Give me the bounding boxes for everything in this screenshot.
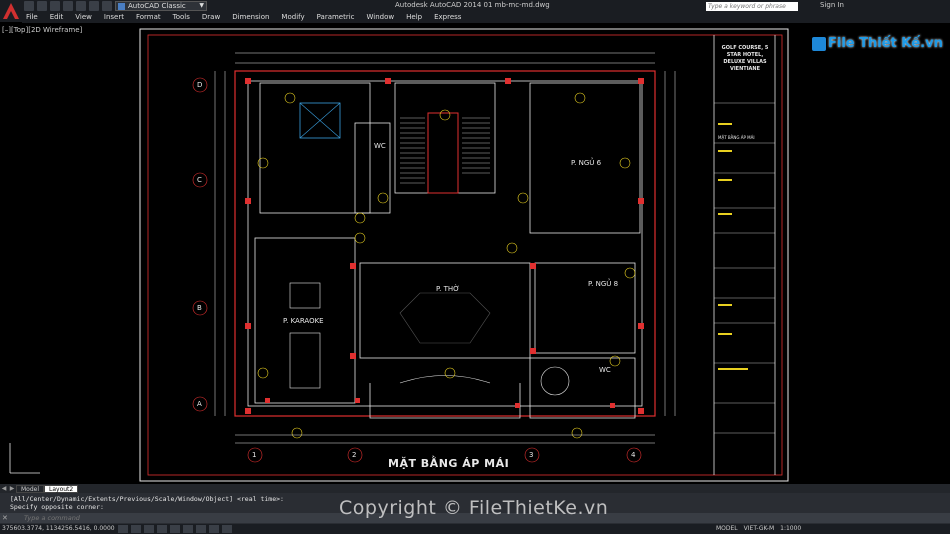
annotation-scale[interactable]: 1:1000 — [780, 525, 801, 532]
room-label-altar: P. THỜ — [436, 285, 460, 293]
room-label-bedroom-6: P. NGỦ 6 — [571, 159, 602, 167]
command-history: [All/Center/Dynamic/Extents/Previous/Sca… — [10, 495, 284, 511]
tab-layout2[interactable]: Layout2 — [44, 484, 79, 493]
open-file-icon[interactable] — [37, 1, 47, 11]
menu-draw[interactable]: Draw — [198, 12, 228, 23]
grid-label-a: A — [197, 400, 202, 408]
otrack-icon[interactable] — [183, 525, 193, 533]
tab-model[interactable]: Model — [16, 484, 45, 493]
stair-treads — [400, 117, 490, 184]
grid-label-1: 1 — [252, 451, 257, 459]
text-style-indicator[interactable]: VIET-GK-M — [744, 525, 774, 532]
filethietke-logo-icon — [812, 36, 826, 51]
menu-window[interactable]: Window — [363, 12, 403, 23]
cursor-coordinates: 375603.3774, 1134256.5416, 0.0000 — [2, 525, 115, 532]
tab-last-icon[interactable]: ▶ — [8, 485, 16, 493]
status-right: MODEL VIET-GK-M 1:1000 — [716, 525, 801, 532]
menu-format[interactable]: Format — [132, 12, 169, 23]
layout-tabs: ◀ ▶ Model Layout2 — [0, 484, 950, 493]
inner-wall — [247, 80, 643, 407]
room-label-wc-bottom: WC — [599, 366, 611, 374]
close-icon[interactable]: ✕ — [2, 514, 8, 522]
status-bar: 375603.3774, 1134256.5416, 0.0000 MODEL … — [0, 524, 950, 534]
sign-in-button[interactable]: Sign In — [820, 1, 844, 9]
room-wc-bottom — [529, 357, 636, 419]
menu-insert[interactable]: Insert — [100, 12, 132, 23]
grid-label-c: C — [197, 176, 202, 184]
new-file-icon[interactable] — [24, 1, 34, 11]
snap-icon[interactable] — [118, 525, 128, 533]
menu-modify[interactable]: Modify — [277, 12, 312, 23]
title-block-yellow-marks — [718, 123, 748, 370]
room-top-left — [259, 82, 371, 214]
polar-icon[interactable] — [157, 525, 167, 533]
stair-red — [427, 112, 459, 194]
grid-label-b: B — [197, 304, 202, 312]
workspace-label: AutoCAD Classic — [128, 2, 186, 10]
menu-dimension[interactable]: Dimension — [228, 12, 277, 23]
undo-icon[interactable] — [89, 1, 99, 11]
grid-icon[interactable] — [131, 525, 141, 533]
menu-edit[interactable]: Edit — [46, 12, 72, 23]
save-as-icon[interactable] — [63, 1, 73, 11]
menu-view[interactable]: View — [71, 12, 100, 23]
room-altar — [359, 262, 531, 359]
copyright-watermark: Copyright © FileThietKe.vn — [339, 497, 609, 519]
grid-label-2: 2 — [352, 451, 357, 459]
drawing-canvas[interactable]: [–][Top][2D Wireframe] WC P. NGỦ 6 P. TH… — [0, 23, 950, 484]
quick-access-toolbar — [24, 1, 112, 11]
columns — [245, 78, 644, 414]
workspace-dropdown[interactable]: AutoCAD Classic ▼ — [115, 1, 207, 11]
lineweight-icon[interactable] — [222, 525, 232, 533]
watermark-logo: File Thiết Kế.vn — [812, 36, 943, 51]
ducs-icon[interactable] — [196, 525, 206, 533]
plot-icon[interactable] — [76, 1, 86, 11]
search-input[interactable]: Type a keyword or phrase — [706, 2, 798, 11]
menu-file[interactable]: File — [22, 12, 46, 23]
title-block-sheet: MẶT BẰNG ÁP MÁI — [718, 135, 755, 140]
room-label-bedroom-8: P. NGỦ 8 — [588, 280, 619, 288]
room-label-karaoke: P. KARAOKE — [283, 317, 324, 325]
sheet-frame-outer — [139, 28, 789, 482]
window-title: Autodesk AutoCAD 2014 01 mb-mc-md.dwg — [395, 1, 550, 9]
redo-icon[interactable] — [102, 1, 112, 11]
sheet-title: MẶT BẰNG ÁP MÁI — [388, 457, 510, 470]
command-history-line: Specify opposite corner: — [10, 503, 104, 511]
grid-label-4: 4 — [631, 451, 636, 459]
command-history-line: [All/Center/Dynamic/Extents/Previous/Sca… — [10, 495, 284, 503]
menu-help[interactable]: Help — [402, 12, 430, 23]
chevron-down-icon: ▼ — [199, 2, 204, 9]
floor-plan-drawing — [9, 28, 789, 482]
drafting-toggles — [118, 525, 232, 533]
dyn-icon[interactable] — [209, 525, 219, 533]
osnap-icon[interactable] — [170, 525, 180, 533]
outer-wall — [234, 70, 656, 417]
autocad-logo-icon[interactable] — [0, 0, 22, 22]
title-block-project: GOLF COURSE, 5 STAR HOTEL, DELUXE VILLAS… — [721, 45, 769, 72]
watermark-text: File Thiết Kế.vn — [828, 36, 943, 51]
model-space-button[interactable]: MODEL — [716, 525, 738, 532]
room-wc-top — [354, 122, 391, 214]
menu-parametric[interactable]: Parametric — [313, 12, 363, 23]
menu-express[interactable]: Express — [430, 12, 469, 23]
door-tags — [257, 92, 636, 439]
grid-label-d: D — [197, 81, 203, 89]
tab-first-icon[interactable]: ◀ — [0, 485, 8, 493]
ucs-icon — [9, 443, 40, 474]
viewport-label[interactable]: [–][Top][2D Wireframe] — [2, 26, 82, 34]
gear-icon — [118, 3, 125, 10]
room-label-wc-top: WC — [374, 142, 386, 150]
title-block-lines — [714, 102, 775, 434]
room-bedroom-8 — [534, 262, 636, 354]
menu-tools[interactable]: Tools — [169, 12, 198, 23]
title-bar: AutoCAD Classic ▼ Autodesk AutoCAD 2014 … — [0, 0, 950, 22]
save-icon[interactable] — [50, 1, 60, 11]
grid-label-3: 3 — [529, 451, 534, 459]
sheet-frame-inner — [147, 34, 783, 476]
dimension-lines — [214, 52, 676, 444]
menu-bar: File Edit View Insert Format Tools Draw … — [22, 12, 950, 23]
ortho-icon[interactable] — [144, 525, 154, 533]
